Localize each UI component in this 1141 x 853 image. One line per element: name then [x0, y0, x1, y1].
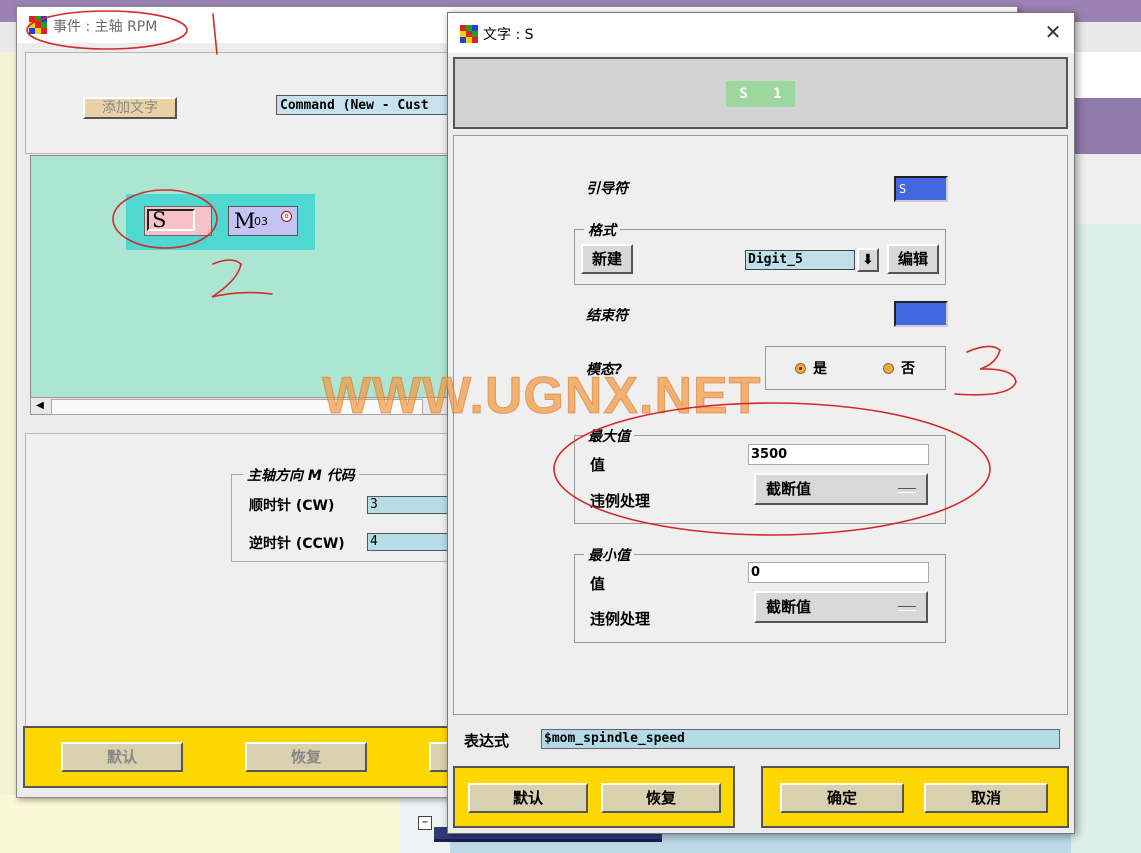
- word-preview: S 1: [726, 81, 795, 107]
- ccw-label: 逆时针 (CCW): [249, 536, 345, 552]
- background-app-canvas: [1071, 224, 1141, 853]
- word-m-label: M: [234, 209, 256, 233]
- modal-radio-group: [765, 346, 946, 390]
- word-s-block[interactable]: S: [144, 206, 212, 236]
- cw-label: 顺时针 (CW): [249, 498, 335, 514]
- background-app-panel: [1071, 154, 1141, 225]
- leader-label: 引导符: [586, 181, 628, 197]
- cancel-button[interactable]: 取消: [924, 783, 1048, 813]
- min-value-input[interactable]: 0: [748, 562, 929, 583]
- format-group-title: 格式: [584, 220, 620, 240]
- trailer-field[interactable]: [894, 301, 948, 327]
- background-app-panel: [0, 795, 400, 853]
- max-value-label: 值: [590, 456, 606, 474]
- format-field[interactable]: Digit_5: [745, 250, 855, 270]
- app-icon: [460, 25, 478, 43]
- word-m-subscript: 03: [254, 215, 268, 228]
- restore-button[interactable]: 恢复: [601, 783, 721, 813]
- event-restore-button[interactable]: 恢复: [245, 742, 367, 772]
- close-icon[interactable]: ✕: [1042, 21, 1064, 43]
- modal-no-label[interactable]: 否: [901, 358, 915, 378]
- min-violation-option[interactable]: 截断值: [754, 591, 928, 623]
- max-violation-value: 截断值: [766, 480, 812, 498]
- tree-collapse-icon[interactable]: −: [418, 816, 432, 830]
- default-button[interactable]: 默认: [468, 783, 588, 813]
- background-app-ribbon: [1071, 98, 1141, 154]
- new-format-button[interactable]: 新建: [581, 244, 633, 274]
- command-dropdown[interactable]: Command (New - Cust: [276, 95, 456, 115]
- app-icon: [29, 16, 47, 34]
- add-text-button[interactable]: 添加文字: [83, 97, 177, 119]
- option-menu-icon: [898, 488, 916, 493]
- optional-marker-icon: o: [281, 211, 292, 222]
- modal-no-radio[interactable]: [883, 363, 894, 374]
- background-app-panel: [1071, 52, 1141, 99]
- ok-button[interactable]: 确定: [780, 783, 904, 813]
- event-window-title: 事件 : 主轴 RPM: [53, 19, 158, 35]
- max-violation-label: 违例处理: [590, 492, 651, 510]
- word-m-block[interactable]: M 03 o: [228, 206, 298, 236]
- word-canvas: [30, 155, 462, 399]
- mcode-group-title: 主轴方向 M 代码: [243, 465, 359, 485]
- watermark: WWW.UGNX.NET: [322, 367, 762, 426]
- download-arrow-icon[interactable]: ⬇: [857, 248, 879, 272]
- event-default-button[interactable]: 默认: [61, 742, 183, 772]
- min-violation-label: 违例处理: [590, 610, 651, 628]
- option-menu-icon: [898, 606, 916, 611]
- max-value-input[interactable]: 3500: [748, 444, 929, 465]
- min-value-label: 值: [590, 575, 606, 593]
- min-group-title: 最小值: [584, 545, 634, 565]
- trailer-label: 结束符: [586, 308, 628, 324]
- edit-format-button[interactable]: 编辑: [887, 244, 939, 274]
- word-dialog-title: 文字 : S: [483, 27, 534, 43]
- expression-field[interactable]: $mom_spindle_speed: [541, 729, 1060, 749]
- scroll-left-icon[interactable]: ◀: [31, 398, 49, 414]
- word-dialog-titlebar[interactable]: 文字 : S ✕: [448, 13, 1074, 53]
- modal-yes-label[interactable]: 是: [813, 358, 827, 378]
- max-violation-option[interactable]: 截断值: [754, 473, 928, 505]
- word-s-label: S: [147, 209, 195, 231]
- max-group-title: 最大值: [584, 426, 634, 446]
- leader-field[interactable]: S: [894, 176, 948, 202]
- expression-label: 表达式: [464, 732, 510, 750]
- modal-yes-radio[interactable]: [795, 363, 806, 374]
- min-violation-value: 截断值: [766, 598, 812, 616]
